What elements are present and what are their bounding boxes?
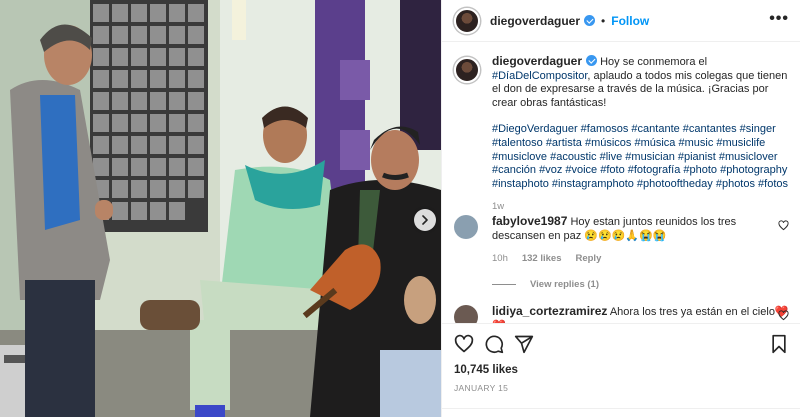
verified-badge-icon — [586, 55, 598, 66]
comment-time[interactable]: 10h — [492, 252, 508, 266]
carousel-next-button[interactable] — [414, 209, 436, 231]
view-replies-button[interactable]: View replies (1) — [492, 279, 789, 290]
post-photo[interactable] — [0, 0, 441, 417]
comment-like-heart-icon[interactable] — [778, 310, 789, 321]
comment-body: fabylove1987 Hoy estan juntos reunidos l… — [492, 214, 789, 266]
commenter-username[interactable]: fabylove1987 — [492, 214, 567, 228]
comment-icon[interactable] — [484, 334, 504, 354]
comment-item: fabylove1987 Hoy estan juntos reunidos l… — [454, 214, 789, 290]
comment-item: lidiya_cortezramirez Ahora los tres ya e… — [454, 304, 789, 323]
header-separator: • — [601, 13, 606, 28]
post-caption: diegoverdaguer Hoy se conmemora el #DíaD… — [454, 54, 789, 214]
caption-body: diegoverdaguer Hoy se conmemora el #DíaD… — [492, 54, 789, 214]
caption-timestamp[interactable]: 1w — [492, 200, 789, 214]
verified-badge-icon — [584, 15, 596, 26]
post-side-panel: diegoverdaguer • Follow ••• diegoverdagu… — [441, 0, 800, 417]
heart-icon[interactable] — [454, 334, 474, 354]
caption-avatar[interactable] — [454, 57, 480, 83]
commenter-avatar[interactable] — [454, 305, 478, 323]
view-replies-line — [492, 283, 516, 285]
comment-body: lidiya_cortezramirez Ahora los tres ya e… — [492, 304, 789, 323]
commenter-avatar[interactable] — [454, 215, 478, 239]
view-replies-label: View replies (1) — [530, 278, 599, 290]
carousel-next-icon — [422, 215, 428, 225]
follow-button[interactable]: Follow — [611, 14, 649, 28]
comment-reply-button[interactable]: Reply — [575, 252, 601, 266]
post-image-illustration — [0, 0, 441, 417]
post-date[interactable]: JANUARY 15 — [454, 383, 508, 393]
add-comment-area[interactable] — [442, 408, 800, 417]
likes-count[interactable]: 10,745 likes — [454, 364, 518, 376]
caption-username[interactable]: diegoverdaguer — [492, 54, 582, 68]
comment-like-heart-icon[interactable] — [778, 220, 789, 231]
post-action-bar: 10,745 likes JANUARY 15 — [442, 323, 800, 417]
share-icon[interactable] — [514, 334, 534, 354]
post-header: diegoverdaguer • Follow ••• — [442, 0, 800, 42]
more-options-icon[interactable]: ••• — [769, 11, 789, 27]
author-username[interactable]: diegoverdaguer — [490, 14, 580, 28]
caption-hashtag-link[interactable]: #DíaDelCompositor — [492, 70, 587, 82]
bookmark-icon[interactable] — [769, 334, 789, 354]
commenter-username[interactable]: lidiya_cortezramirez — [492, 304, 607, 318]
comment-meta: 10h 132 likes Reply — [492, 252, 789, 266]
comment-likes[interactable]: 132 likes — [522, 252, 562, 266]
caption-text-before: Hoy se conmemora el — [600, 56, 708, 68]
caption-hashtags[interactable]: #DiegoVerdaguer #famosos #cantante #cant… — [492, 123, 789, 191]
author-avatar[interactable] — [454, 7, 480, 34]
comments-scroll-area[interactable]: diegoverdaguer Hoy se conmemora el #DíaD… — [442, 43, 800, 323]
